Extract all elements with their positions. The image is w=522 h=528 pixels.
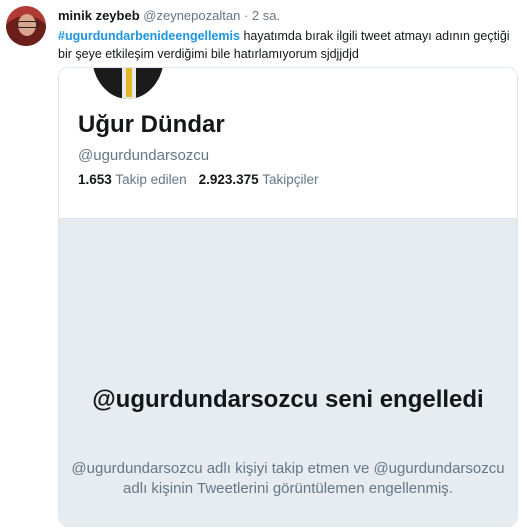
following-count: 1.653	[78, 172, 112, 187]
profile-name[interactable]: Uğur Dündar	[78, 111, 225, 139]
profile-card[interactable]: Uğur Dündar @ugurdundarsozcu 1.653 Takip…	[58, 67, 518, 527]
avatar-glasses	[17, 21, 39, 28]
header-separator: ·	[243, 8, 249, 23]
tweet: minik zeybeb @zeynepozaltan · 2 sa. #ugu…	[0, 0, 522, 528]
profile-avatar[interactable]	[89, 68, 167, 102]
blocked-title: @ugurdundarsozcu seni engelledi	[92, 386, 484, 413]
author-handle[interactable]: @zeynepozaltan	[143, 8, 240, 23]
author-avatar[interactable]	[6, 6, 46, 46]
profile-stats: 1.653 Takip edilen 2.923.375 Takipçiler	[78, 172, 318, 187]
hashtag-link[interactable]: #ugurdundarbenideengellemis	[58, 29, 240, 43]
author-name[interactable]: minik zeybeb	[58, 8, 140, 23]
following-stat[interactable]: 1.653 Takip edilen	[78, 172, 187, 187]
blocked-description: @ugurdundarsozcu adlı kişiyi takip etmen…	[71, 460, 505, 497]
followers-label: Takipçiler	[262, 172, 319, 187]
tweet-header: minik zeybeb @zeynepozaltan · 2 sa.	[58, 8, 280, 23]
profile-card-header: Uğur Dündar @ugurdundarsozcu 1.653 Takip…	[59, 68, 517, 218]
profile-handle[interactable]: @ugurdundarsozcu	[78, 147, 209, 164]
tweet-text: #ugurdundarbenideengellemis hayatımda bı…	[58, 27, 516, 63]
avatar-tie	[126, 68, 132, 97]
followers-count: 2.923.375	[198, 172, 259, 187]
following-label: Takip edilen	[115, 172, 187, 187]
blocked-panel: @ugurdundarsozcu seni engelledi @ugurdun…	[59, 218, 517, 526]
followers-stat[interactable]: 2.923.375 Takipçiler	[199, 172, 319, 187]
tweet-timestamp[interactable]: 2 sa.	[252, 8, 280, 23]
